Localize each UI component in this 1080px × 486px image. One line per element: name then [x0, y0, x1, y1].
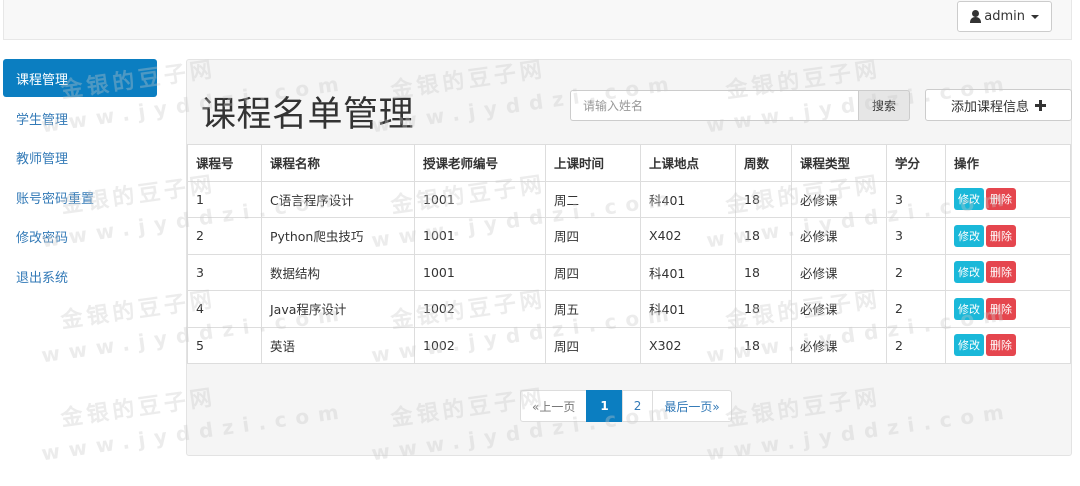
cell-course-id: 1 — [187, 180, 262, 218]
cell-time: 周四 — [545, 326, 641, 364]
cell-location: X302 — [640, 326, 736, 364]
edit-button[interactable]: 修改 — [954, 224, 984, 247]
page-button-1[interactable]: 1 — [586, 390, 623, 422]
column-header: 课程名称 — [261, 144, 415, 182]
sidebar-item-logout[interactable]: 退出系统 — [3, 257, 157, 297]
cell-weeks: 18 — [735, 290, 792, 328]
delete-button[interactable]: 删除 — [986, 261, 1016, 284]
table-row: 4 Java程序设计 1002 周五 科401 18 必修课 2 修改 删除 — [187, 290, 1071, 328]
cell-credit: 2 — [886, 253, 946, 291]
cell-time: 周五 — [545, 290, 641, 328]
table-row: 1 C语言程序设计 1001 周二 科401 18 必修课 3 修改 删除 — [187, 180, 1071, 218]
table-row: 5 英语 1002 周四 X302 18 必修课 2 修改 删除 — [187, 326, 1071, 364]
cell-credit: 3 — [886, 180, 946, 218]
cell-course-name: 英语 — [261, 326, 415, 364]
delete-button[interactable]: 删除 — [986, 334, 1016, 357]
cell-location: X402 — [640, 217, 736, 255]
cell-location: 科401 — [640, 290, 736, 328]
delete-button[interactable]: 删除 — [986, 224, 1016, 247]
cell-credit: 2 — [886, 326, 946, 364]
search-input[interactable] — [570, 90, 858, 121]
cell-credit: 2 — [886, 290, 946, 328]
cell-weeks: 18 — [735, 180, 792, 218]
cell-teacher-id: 1001 — [414, 180, 546, 218]
cell-location: 科401 — [640, 180, 736, 218]
column-header: 课程类型 — [791, 144, 887, 182]
cell-type: 必修课 — [791, 326, 887, 364]
cell-weeks: 18 — [735, 253, 792, 291]
cell-location: 科401 — [640, 253, 736, 291]
cell-type: 必修课 — [791, 290, 887, 328]
cell-teacher-id: 1001 — [414, 217, 546, 255]
cell-actions: 修改 删除 — [945, 253, 1071, 291]
cell-course-id: 2 — [187, 217, 262, 255]
delete-button[interactable]: 删除 — [986, 297, 1016, 320]
column-header: 操作 — [945, 144, 1071, 182]
add-course-button[interactable]: 添加课程信息 — [925, 89, 1072, 121]
table-row: 2 Python爬虫技巧 1001 周四 X402 18 必修课 3 修改 删除 — [187, 217, 1071, 255]
page-button-2[interactable]: 2 — [621, 390, 654, 422]
sidebar-item-teacher[interactable]: 教师管理 — [3, 138, 157, 178]
caret-down-icon — [1031, 14, 1039, 19]
sidebar-item-change-password[interactable]: 修改密码 — [3, 217, 157, 257]
page-title: 课程名单管理 — [201, 95, 415, 135]
delete-button[interactable]: 删除 — [986, 188, 1016, 211]
cell-weeks: 18 — [735, 217, 792, 255]
edit-button[interactable]: 修改 — [954, 261, 984, 284]
prev-page-button[interactable]: «上一页 — [520, 390, 588, 422]
user-icon — [970, 10, 982, 23]
cell-actions: 修改 删除 — [945, 326, 1071, 364]
edit-button[interactable]: 修改 — [954, 188, 984, 211]
cell-actions: 修改 删除 — [945, 217, 1071, 255]
table-row: 3 数据结构 1001 周四 科401 18 必修课 2 修改 删除 — [187, 253, 1071, 291]
sidebar-item-course[interactable]: 课程管理 — [3, 59, 157, 97]
top-navbar: admin — [3, 0, 1072, 40]
column-header: 学分 — [886, 144, 946, 182]
cell-time: 周四 — [545, 253, 641, 291]
column-header: 上课地点 — [640, 144, 736, 182]
cell-course-name: C语言程序设计 — [261, 180, 415, 218]
column-header: 上课时间 — [545, 144, 641, 182]
search-button[interactable]: 搜索 — [858, 90, 910, 121]
cell-time: 周四 — [545, 217, 641, 255]
cell-type: 必修课 — [791, 217, 887, 255]
cell-teacher-id: 1002 — [414, 326, 546, 364]
cell-actions: 修改 删除 — [945, 290, 1071, 328]
plus-icon — [1035, 99, 1046, 111]
column-header: 周数 — [735, 144, 792, 182]
cell-course-name: Python爬虫技巧 — [261, 217, 415, 255]
cell-teacher-id: 1002 — [414, 290, 546, 328]
edit-button[interactable]: 修改 — [954, 334, 984, 357]
sidebar: 课程管理 学生管理 教师管理 账号密码重置 修改密码 退出系统 — [3, 59, 157, 296]
cell-course-id: 5 — [187, 326, 262, 364]
user-name: admin — [984, 9, 1025, 24]
search-group: 搜索 — [570, 90, 910, 121]
cell-credit: 3 — [886, 217, 946, 255]
column-header: 课程号 — [187, 144, 262, 182]
edit-button[interactable]: 修改 — [954, 297, 984, 320]
cell-course-name: 数据结构 — [261, 253, 415, 291]
cell-actions: 修改 删除 — [945, 180, 1071, 218]
last-page-button[interactable]: 最后一页» — [652, 390, 732, 422]
cell-course-name: Java程序设计 — [261, 290, 415, 328]
cell-course-id: 3 — [187, 253, 262, 291]
column-header: 授课老师编号 — [414, 144, 546, 182]
course-table: 课程号 课程名称 授课老师编号 上课时间 上课地点 周数 课程类型 学分 操作 … — [187, 144, 1071, 364]
sidebar-item-student[interactable]: 学生管理 — [3, 99, 157, 139]
main-panel: 课程名单管理 搜索 添加课程信息 课程号 课程名称 授课老师编号 上课时间 上课… — [186, 59, 1072, 456]
cell-teacher-id: 1001 — [414, 253, 546, 291]
cell-type: 必修课 — [791, 253, 887, 291]
cell-course-id: 4 — [187, 290, 262, 328]
sidebar-item-reset-password[interactable]: 账号密码重置 — [3, 178, 157, 218]
table-header-row: 课程号 课程名称 授课老师编号 上课时间 上课地点 周数 课程类型 学分 操作 — [187, 144, 1071, 182]
cell-type: 必修课 — [791, 180, 887, 218]
user-menu-button[interactable]: admin — [957, 1, 1052, 32]
cell-time: 周二 — [545, 180, 641, 218]
pagination: «上一页 1 2 最后一页» — [520, 390, 732, 422]
add-course-label: 添加课程信息 — [950, 99, 1029, 115]
cell-weeks: 18 — [735, 326, 792, 364]
